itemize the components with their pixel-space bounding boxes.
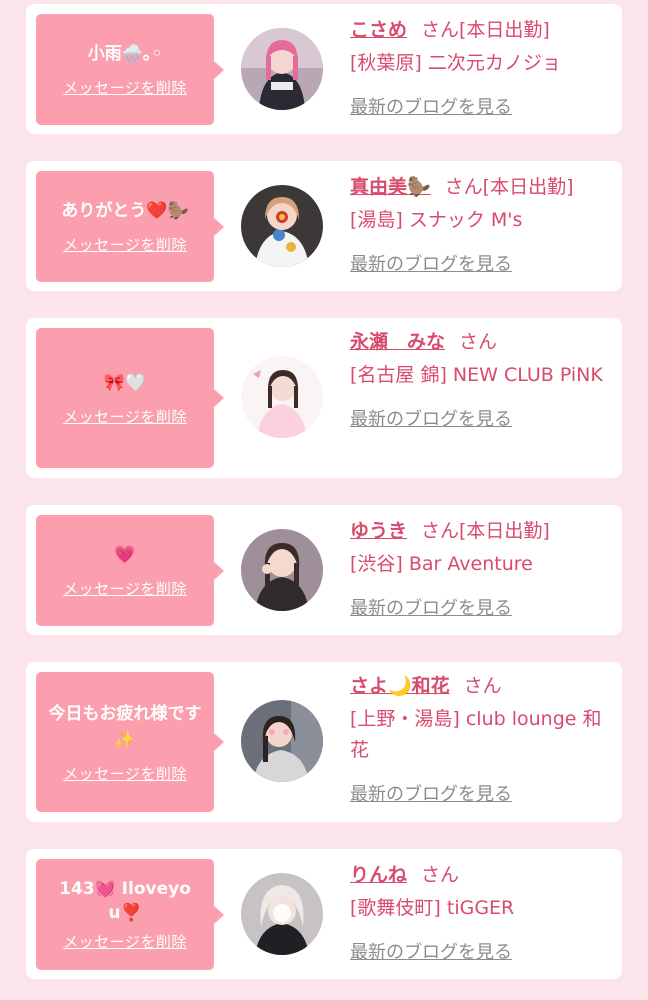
message-card: ありがとう❤️🦫 メッセージを削除 真由美🦫 さん[本日出勤] [湯島] スナック… [26, 161, 622, 291]
delete-message-link[interactable]: メッセージを削除 [63, 578, 187, 599]
message-text: 🎀🤍 [103, 372, 147, 393]
profile-info: こさめ さん[本日出勤] [秋葉原] 二次元カノジョ 最新のブログを見る [350, 16, 612, 119]
message-bubble: 💗 メッセージを削除 [36, 515, 224, 626]
delete-message-link[interactable]: メッセージを削除 [63, 77, 187, 98]
message-bubble: 小雨🌧️｡◦ メッセージを削除 [36, 14, 224, 125]
message-card: 今日もお疲れ様です✨ メッセージを削除 さよ🌙和花 さん [上野・湯島] club… [26, 662, 622, 822]
message-text: 今日もお疲れ様です✨ [48, 703, 202, 750]
latest-blog-link[interactable]: 最新のブログを見る [350, 594, 512, 620]
shop-name: [上野・湯島] club lounge 和花 [350, 708, 602, 761]
avatar[interactable] [241, 873, 323, 955]
profile-info: ゆうき さん[本日出勤] [渋谷] Bar Aventure 最新のブログを見る [350, 517, 612, 620]
name-line: 真由美🦫 さん[本日出勤] [350, 173, 612, 201]
delete-message-link[interactable]: メッセージを削除 [63, 234, 187, 255]
latest-blog-link[interactable]: 最新のブログを見る [350, 250, 512, 276]
message-card: 小雨🌧️｡◦ メッセージを削除 こさめ さん[本日出勤] [秋葉原] 二次元カノジ… [26, 4, 622, 134]
cast-name-link[interactable]: さよ🌙和花 [350, 675, 450, 697]
cast-name-link[interactable]: りんね [350, 864, 407, 886]
cast-name-link[interactable]: 真由美🦫 [350, 176, 431, 198]
name-suffix: さん [463, 675, 502, 697]
delete-message-link[interactable]: メッセージを削除 [63, 763, 187, 784]
message-text: 143💓 Iloveyou❣️ [59, 879, 191, 923]
shop-name: [名古屋 錦] NEW CLUB PiNK [350, 364, 603, 386]
shop-name: [渋谷] Bar Aventure [350, 553, 533, 575]
latest-blog-link[interactable]: 最新のブログを見る [350, 938, 512, 964]
message-bubble: ありがとう❤️🦫 メッセージを削除 [36, 171, 224, 282]
name-line: さよ🌙和花 さん [350, 672, 612, 700]
shop-name: [湯島] スナック M's [350, 209, 523, 231]
latest-blog-link[interactable]: 最新のブログを見る [350, 405, 512, 431]
delete-message-link[interactable]: メッセージを削除 [63, 406, 187, 427]
message-card: 💗 メッセージを削除 ゆうき さん[本日出勤] [渋谷] Bar Aventure… [26, 505, 622, 635]
message-bubble: 🎀🤍 メッセージを削除 [36, 328, 224, 468]
latest-blog-link[interactable]: 最新のブログを見る [350, 780, 512, 806]
name-suffix: さん[本日出勤] [421, 520, 550, 542]
avatar[interactable] [241, 356, 323, 438]
cast-name-link[interactable]: 永瀬 みな [350, 331, 445, 353]
name-line: ゆうき さん[本日出勤] [350, 517, 612, 545]
latest-blog-link[interactable]: 最新のブログを見る [350, 93, 512, 119]
message-text: 小雨🌧️｡◦ [87, 44, 163, 64]
name-suffix: さん[本日出勤] [444, 176, 574, 198]
name-suffix: さん [421, 864, 460, 886]
avatar[interactable] [241, 185, 323, 267]
avatar[interactable] [241, 28, 323, 110]
cast-name-link[interactable]: こさめ [350, 19, 407, 41]
name-suffix: さん[本日出勤] [421, 19, 550, 41]
profile-info: 真由美🦫 さん[本日出勤] [湯島] スナック M's 最新のブログを見る [350, 173, 612, 276]
message-text: 💗 [114, 545, 136, 565]
message-bubble: 今日もお疲れ様です✨ メッセージを削除 [36, 672, 224, 812]
profile-info: さよ🌙和花 さん [上野・湯島] club lounge 和花 最新のブログを見る [350, 672, 612, 806]
shop-name: [秋葉原] 二次元カノジョ [350, 52, 561, 74]
message-card: 143💓 Iloveyou❣️ メッセージを削除 りんね さん [歌舞伎町] ti… [26, 849, 622, 979]
shop-name: [歌舞伎町] tiGGER [350, 897, 515, 919]
cast-name-link[interactable]: ゆうき [350, 520, 407, 542]
name-line: りんね さん [350, 861, 612, 889]
profile-info: りんね さん [歌舞伎町] tiGGER 最新のブログを見る [350, 861, 612, 964]
delete-message-link[interactable]: メッセージを削除 [63, 931, 187, 952]
name-suffix: さん [459, 331, 498, 353]
avatar[interactable] [241, 529, 323, 611]
message-bubble: 143💓 Iloveyou❣️ メッセージを削除 [36, 859, 224, 970]
message-card: 🎀🤍 メッセージを削除 永瀬 みな さん [名古屋 錦] NEW CLUB PiN… [26, 318, 622, 478]
name-line: こさめ さん[本日出勤] [350, 16, 612, 44]
message-list: 小雨🌧️｡◦ メッセージを削除 こさめ さん[本日出勤] [秋葉原] 二次元カノジ… [0, 0, 648, 1000]
name-line: 永瀬 みな さん [350, 328, 612, 356]
message-text: ありがとう❤️🦫 [61, 201, 189, 221]
profile-info: 永瀬 みな さん [名古屋 錦] NEW CLUB PiNK 最新のブログを見る [350, 328, 612, 431]
avatar[interactable] [241, 700, 323, 782]
